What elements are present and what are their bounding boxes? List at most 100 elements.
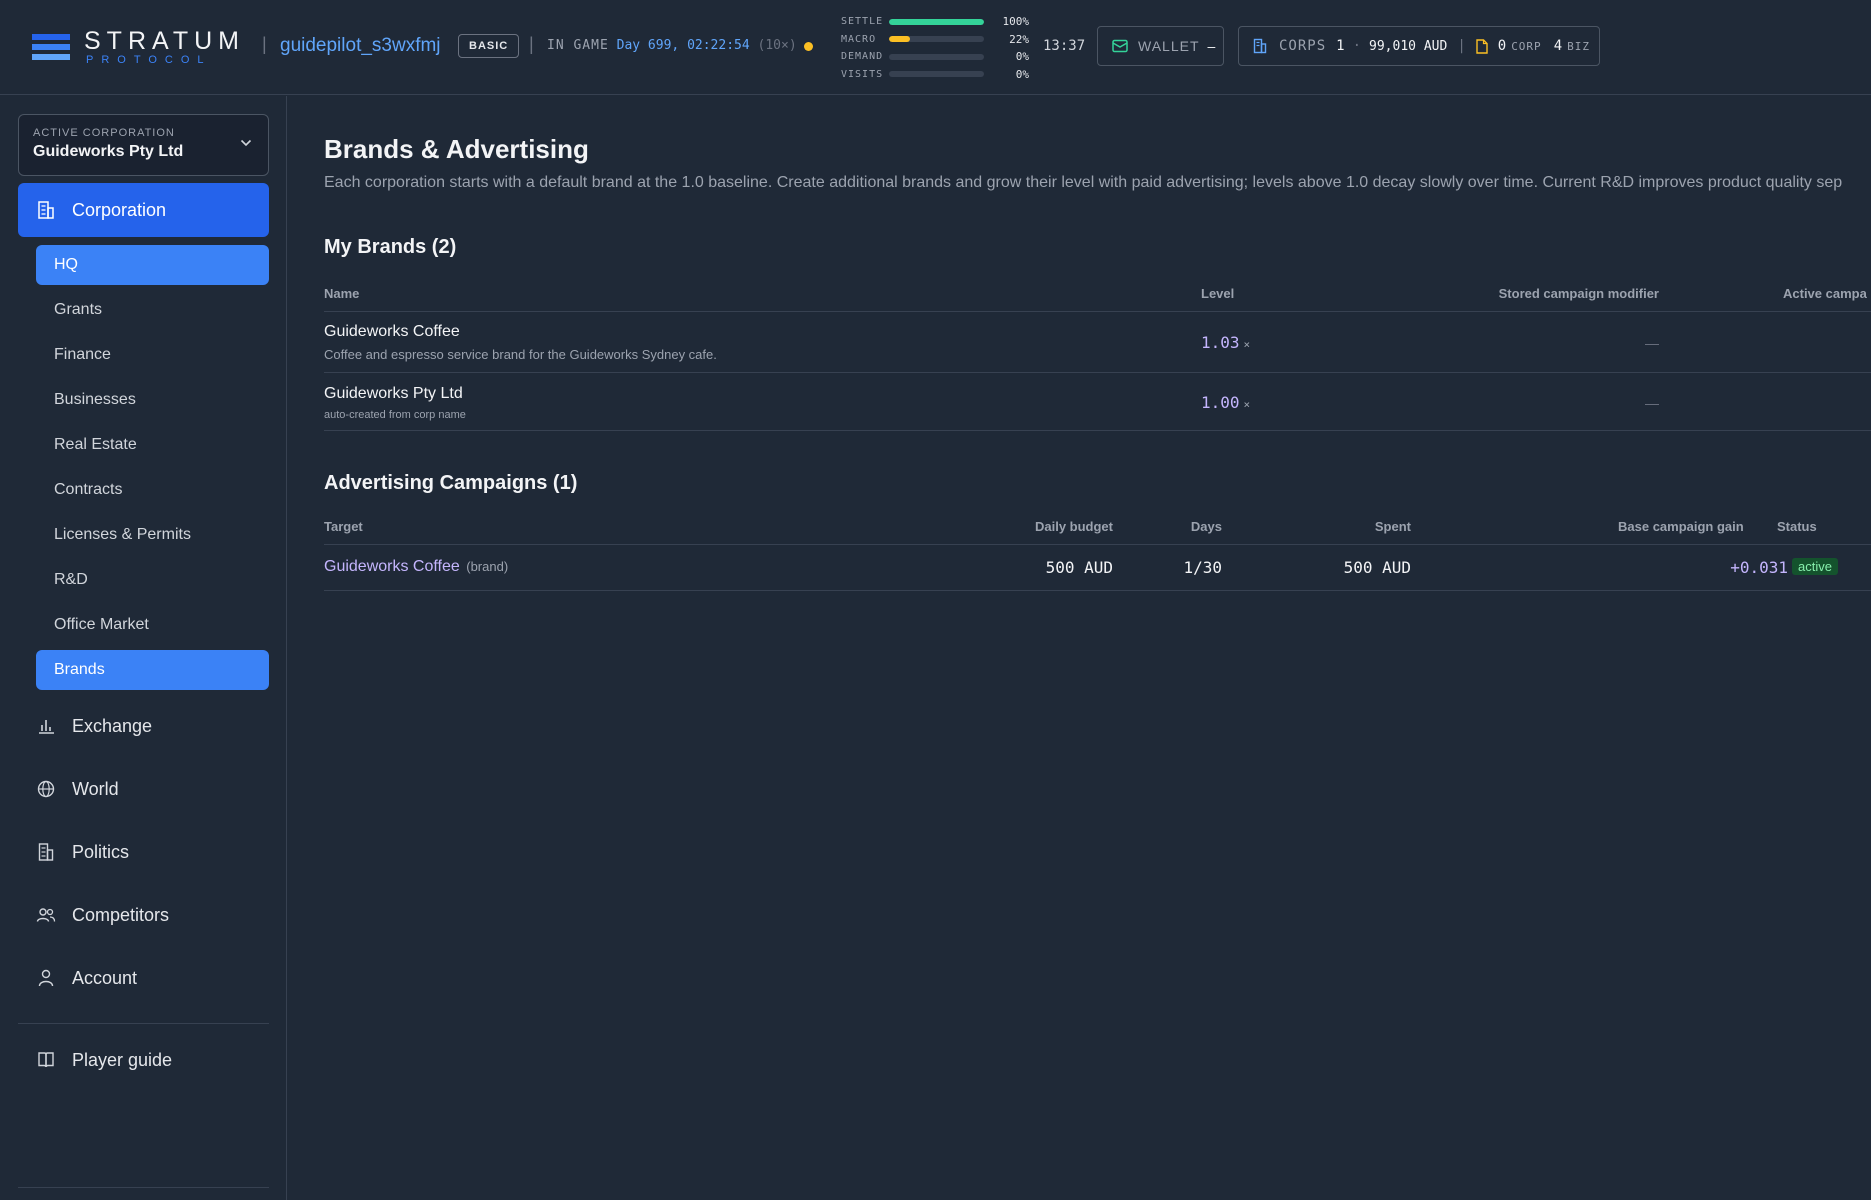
divider: | bbox=[529, 34, 534, 54]
col-header-status: Status bbox=[1777, 519, 1817, 534]
nav-sub-finance[interactable]: Finance bbox=[36, 335, 269, 375]
wallet-value: – bbox=[1207, 38, 1216, 54]
brand-description: Coffee and espresso service brand for th… bbox=[324, 347, 717, 362]
nav-sub-contracts[interactable]: Contracts bbox=[36, 470, 269, 510]
nav-sub-label: HQ bbox=[54, 256, 78, 273]
table-divider bbox=[324, 544, 1871, 545]
status-badge: active bbox=[1792, 558, 1838, 575]
nav-politics[interactable]: Politics bbox=[18, 825, 269, 879]
logo[interactable]: STRATUM PROTOCOL bbox=[32, 28, 245, 66]
campaign-target-name: Guideworks Coffee bbox=[324, 558, 460, 575]
meter-fill bbox=[889, 18, 984, 25]
page-title: Brands & Advertising bbox=[324, 134, 589, 164]
col-header-level: Level bbox=[1201, 286, 1235, 301]
top-bar: STRATUM PROTOCOL | guidepilot_s3wxfmj BA… bbox=[0, 0, 1871, 95]
wallet-label: WALLET bbox=[1138, 38, 1200, 54]
main-content: Brands & Advertising Each corporation st… bbox=[288, 96, 1871, 1200]
brand-level-suffix: × bbox=[1243, 398, 1251, 411]
nav-sub-label: Businesses bbox=[54, 391, 136, 408]
wallet-icon bbox=[1112, 39, 1128, 53]
corps-amount: 99,010 AUD bbox=[1369, 38, 1448, 54]
active-corporation-select[interactable]: ACTIVE CORPORATION Guideworks Pty Ltd bbox=[18, 114, 269, 176]
brand-name: Guideworks Pty Ltd bbox=[324, 385, 463, 402]
table-row-divider bbox=[324, 590, 1871, 591]
page-description: Each corporation starts with a default b… bbox=[324, 174, 1843, 191]
active-corp-label: ACTIVE CORPORATION bbox=[33, 127, 175, 139]
meter-track bbox=[889, 18, 984, 25]
brand-stored-modifier: — bbox=[1645, 335, 1659, 351]
meter-value: 0% bbox=[1015, 67, 1029, 81]
campaign-spent: 500 AUD bbox=[1343, 558, 1411, 577]
active-corp-name: Guideworks Pty Ltd bbox=[33, 143, 184, 160]
username-link[interactable]: guidepilot_s3wxfmj bbox=[280, 35, 441, 57]
brand-level: 1.03 × bbox=[1201, 333, 1250, 352]
wallet-button[interactable]: WALLET – bbox=[1097, 26, 1224, 66]
meter-fill bbox=[889, 36, 910, 43]
brand-level-value: 1.03 bbox=[1201, 333, 1240, 352]
building-icon bbox=[36, 842, 56, 862]
campaign-target-kind: (brand) bbox=[466, 559, 509, 574]
nav-sub-label: Licenses & Permits bbox=[54, 526, 191, 543]
nav-sub-label: Brands bbox=[54, 661, 105, 678]
game-speed: (10×) bbox=[757, 38, 797, 53]
ingame-value: Day 699, 02:22:54 bbox=[616, 38, 750, 53]
nav-sub-real-estate[interactable]: Real Estate bbox=[36, 425, 269, 465]
live-status-dot-icon bbox=[804, 42, 813, 51]
sidebar-divider bbox=[18, 1187, 269, 1188]
col-header-days: Days bbox=[1190, 519, 1222, 534]
brand-stored-modifier: — bbox=[1645, 395, 1659, 411]
clock: 13:37 bbox=[1043, 38, 1086, 54]
nav-sub-label: Finance bbox=[54, 346, 111, 363]
meter-track bbox=[889, 71, 984, 78]
meter-label: DEMAND bbox=[841, 51, 884, 63]
meter-track bbox=[889, 53, 984, 60]
campaign-daily-budget: 500 AUD bbox=[1045, 558, 1113, 577]
meter-label: SETTLE bbox=[841, 16, 884, 28]
nav-account[interactable]: Account bbox=[18, 951, 269, 1005]
nav-label: Politics bbox=[72, 841, 130, 862]
nav-player-guide[interactable]: Player guide bbox=[18, 1033, 269, 1087]
corp-docs-count: 0 bbox=[1497, 38, 1507, 54]
col-header-active-campaign: Active campa bbox=[1783, 286, 1867, 301]
campaign-days: 1/30 bbox=[1183, 558, 1222, 577]
brand-description: auto-created from corp name bbox=[324, 409, 466, 421]
corps-label: CORPS bbox=[1279, 38, 1327, 54]
meter-macro: MACRO 22% bbox=[841, 31, 1031, 49]
corps-count: 1 bbox=[1336, 38, 1345, 54]
campaign-base-gain: +0.031 bbox=[1730, 558, 1788, 577]
nav-competitors[interactable]: Competitors bbox=[18, 888, 269, 942]
book-icon bbox=[36, 1050, 56, 1070]
corps-summary-button[interactable]: CORPS 1 · 99,010 AUD | 0 CORP 4 BIZ bbox=[1238, 26, 1600, 66]
meter-settle: SETTLE 100% bbox=[841, 13, 1031, 31]
bar-chart-icon bbox=[36, 716, 56, 736]
user-icon bbox=[36, 968, 56, 988]
nav-sub-hq[interactable]: HQ bbox=[36, 245, 269, 285]
nav-exchange[interactable]: Exchange bbox=[18, 699, 269, 753]
meter-value: 22% bbox=[1009, 32, 1029, 46]
campaign-target-link[interactable]: Guideworks Coffee (brand) bbox=[324, 558, 508, 576]
campaigns-section-title: Advertising Campaigns (1) bbox=[324, 472, 578, 494]
nav-sub-label: Real Estate bbox=[54, 436, 137, 453]
nav-sub-office-market[interactable]: Office Market bbox=[36, 605, 269, 645]
nav-sub-label: Office Market bbox=[54, 616, 149, 633]
nav-corporation[interactable]: Corporation bbox=[18, 183, 269, 237]
meter-value: 0% bbox=[1015, 50, 1029, 64]
nav-sub-label: Grants bbox=[54, 301, 103, 318]
brand-name: Guideworks Coffee bbox=[324, 323, 460, 340]
nav-label: Player guide bbox=[72, 1049, 173, 1070]
nav-sub-brands[interactable]: Brands bbox=[36, 650, 269, 690]
nav-sub-businesses[interactable]: Businesses bbox=[36, 380, 269, 420]
corps-separator: · bbox=[1352, 38, 1362, 54]
nav-world[interactable]: World bbox=[18, 762, 269, 816]
meter-visits: VISITS 0% bbox=[841, 66, 1031, 84]
globe-icon bbox=[36, 779, 56, 799]
nav-sub-licenses-permits[interactable]: Licenses & Permits bbox=[36, 515, 269, 555]
meter-label: VISITS bbox=[841, 68, 884, 80]
nav-sub-rnd[interactable]: R&D bbox=[36, 560, 269, 600]
table-divider bbox=[324, 311, 1871, 312]
nav-sub-grants[interactable]: Grants bbox=[36, 290, 269, 330]
building-icon bbox=[36, 200, 56, 220]
table-row-divider bbox=[324, 430, 1871, 431]
brands-section-title: My Brands (2) bbox=[324, 236, 457, 258]
meter-label: MACRO bbox=[841, 33, 877, 45]
